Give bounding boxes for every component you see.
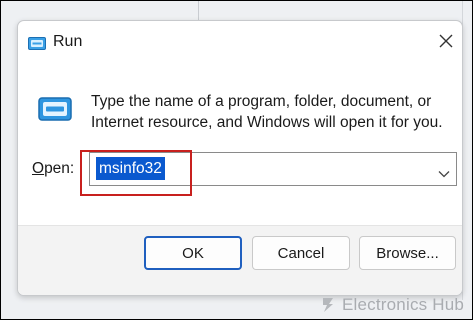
watermark-text: Electronics Hub [342, 295, 465, 314]
dialog-title: Run [53, 33, 83, 50]
dropdown-button[interactable] [438, 165, 450, 183]
close-button[interactable] [436, 31, 456, 51]
ok-button[interactable]: OK [144, 236, 242, 270]
cancel-button[interactable]: Cancel [252, 236, 350, 270]
chevron-down-icon [438, 171, 450, 178]
dialog-message: Type the name of a program, folder, docu… [91, 93, 443, 131]
watermark: Electronics Hub [318, 295, 464, 315]
run-icon [28, 37, 46, 55]
run-dialog: Run Type the name of a program, folder, … [17, 20, 463, 296]
close-icon [439, 34, 453, 48]
browse-button[interactable]: Browse... [359, 236, 456, 270]
open-label-accelerator: O [32, 160, 45, 177]
open-label: Open: [32, 160, 74, 178]
run-icon [38, 97, 72, 126]
open-combobox[interactable]: msinfo32 [89, 152, 457, 186]
electronics-hub-logo-icon [323, 298, 333, 312]
open-input-value[interactable]: msinfo32 [96, 157, 165, 180]
background-divider [198, 0, 199, 22]
open-label-text: pen: [44, 160, 75, 177]
